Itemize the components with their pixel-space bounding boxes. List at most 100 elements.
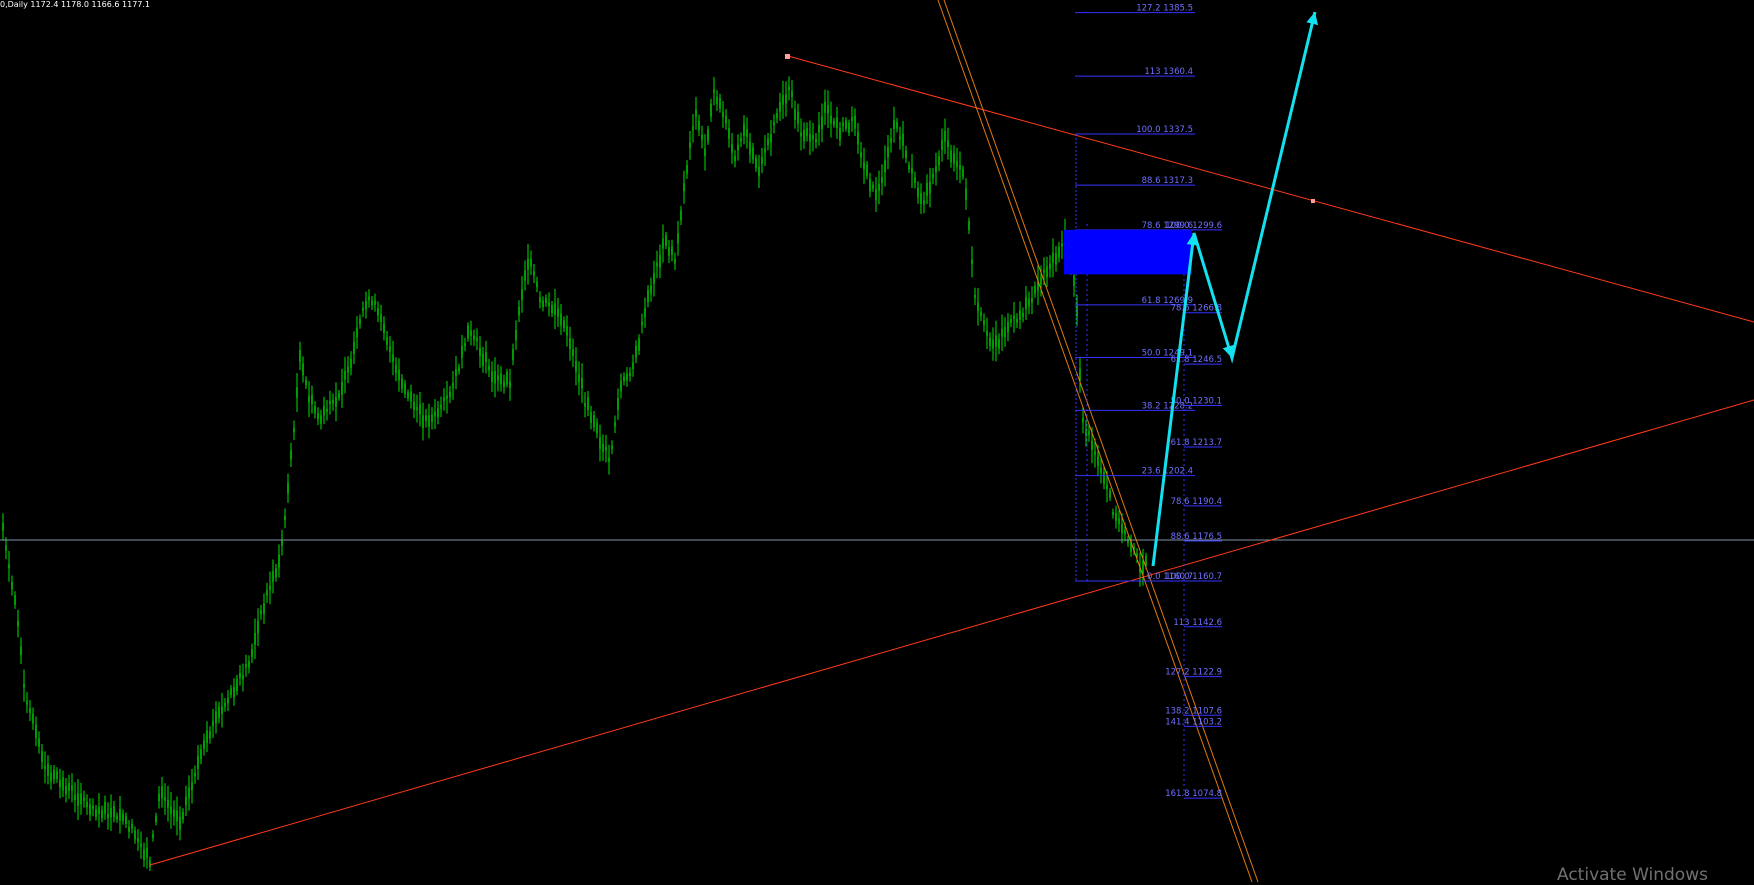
support-trendline[interactable] <box>149 399 1754 866</box>
candle-body <box>1076 304 1078 317</box>
candle-body <box>113 806 115 818</box>
candle-body <box>662 238 664 249</box>
projection-arrow-path[interactable] <box>1151 11 1317 567</box>
trendline-anchor-point[interactable] <box>785 54 790 59</box>
candle-body <box>1115 513 1117 522</box>
candle-body <box>251 649 253 658</box>
projection-arrow[interactable] <box>1151 11 1319 567</box>
fib-extension-label: 100.0 1299.6 <box>1165 221 1222 231</box>
fib-extension-label: 138.2 1107.6 <box>1165 706 1222 716</box>
candle-body <box>719 97 721 109</box>
price-chart[interactable]: 127.2 1385.5 113 1360.4 100.0 1337.5 88.6 1… <box>0 0 1754 882</box>
target-zone-rectangle[interactable] <box>1064 229 1192 275</box>
candle-body <box>698 120 700 131</box>
candle-body <box>1022 312 1024 318</box>
target-zone[interactable] <box>1064 229 1192 275</box>
candle-body <box>1043 269 1045 273</box>
fib-retracement-label: 23.6 1202.4 <box>1142 467 1193 477</box>
candle-body <box>674 259 676 264</box>
candle-body <box>893 120 895 129</box>
candle-body <box>254 632 256 645</box>
candle-body <box>917 187 919 198</box>
candle-body <box>401 378 403 389</box>
candle-body <box>68 783 70 791</box>
candle-body <box>1025 296 1027 310</box>
candle-body <box>692 126 694 131</box>
candle-body <box>1004 326 1006 338</box>
candle-body <box>1103 471 1105 484</box>
candle-body <box>899 136 901 140</box>
candle-body <box>2 522 4 531</box>
candle-body <box>881 177 883 183</box>
candle-body <box>74 794 76 801</box>
candle-body <box>413 401 415 410</box>
candle-body <box>1034 285 1036 294</box>
candle-body <box>971 259 973 265</box>
candle-body <box>1085 431 1087 436</box>
candle-body <box>611 445 613 449</box>
fib-retracement-tool[interactable]: 127.2 1385.5 113 1360.4 100.0 1337.5 88.6 1… <box>1075 4 1195 582</box>
candle-body <box>914 177 916 184</box>
candle-body <box>989 337 991 346</box>
chart-area[interactable]: 127.2 1385.5 113 1360.4 100.0 1337.5 88.6 1… <box>0 0 1754 885</box>
candle-body <box>1031 297 1033 303</box>
trendline-anchor-point[interactable] <box>1311 199 1315 203</box>
candle-body <box>20 646 22 656</box>
candle-body <box>50 772 52 782</box>
candle-body <box>761 157 763 164</box>
candle-body <box>164 797 166 802</box>
candle-body <box>851 117 853 121</box>
candle-body <box>650 285 652 294</box>
candle-body <box>191 782 193 790</box>
candle-body <box>857 132 859 145</box>
candle-body <box>434 411 436 417</box>
candle-body <box>905 150 907 159</box>
candle-body <box>431 414 433 422</box>
candle-body <box>371 300 373 306</box>
candle-body <box>326 408 328 412</box>
candle-body <box>641 321 643 326</box>
candle-body <box>803 129 805 142</box>
candle-body <box>221 706 223 714</box>
candle-body <box>35 724 37 738</box>
candle-body <box>959 165 961 170</box>
candle-body <box>266 589 268 596</box>
candle-body <box>422 415 424 428</box>
candle-body <box>590 412 592 424</box>
candle-body <box>323 405 325 416</box>
candle-body <box>527 258 529 270</box>
candle-body <box>155 815 157 823</box>
candle-body <box>1088 431 1090 436</box>
candle-body <box>140 843 142 847</box>
candle-body <box>470 330 472 336</box>
candle-body <box>953 153 955 164</box>
candle-body <box>173 809 175 817</box>
candle-body <box>755 158 757 169</box>
candle-body <box>158 793 160 802</box>
candle-body <box>812 134 814 140</box>
fib-extension-tool[interactable]: 100.0 1299.678.6 1266.861.8 1246.550.0 1… <box>1086 221 1222 799</box>
candle-body <box>347 366 349 373</box>
trend-lines[interactable] <box>149 0 1754 882</box>
candle-body <box>827 105 829 114</box>
candle-body <box>1040 277 1042 285</box>
candle-body <box>152 833 154 838</box>
candle-body <box>563 320 565 329</box>
candle-body <box>458 366 460 372</box>
candle-body <box>29 708 31 713</box>
fib-extension-label: 78.6 1266.8 <box>1171 304 1222 314</box>
candle-body <box>869 178 871 192</box>
candle-body <box>752 147 754 160</box>
candle-body <box>71 785 73 791</box>
candle-body <box>509 381 511 388</box>
candle-body <box>1094 451 1096 455</box>
candle-body <box>1106 484 1108 490</box>
candle-body <box>524 270 526 281</box>
candle-body <box>833 120 835 125</box>
candle-body <box>584 402 586 407</box>
candle-body <box>1121 523 1123 533</box>
candle-body <box>449 391 451 398</box>
candle-body <box>1046 266 1048 278</box>
candle-body <box>494 370 496 384</box>
candle-body <box>743 123 745 137</box>
